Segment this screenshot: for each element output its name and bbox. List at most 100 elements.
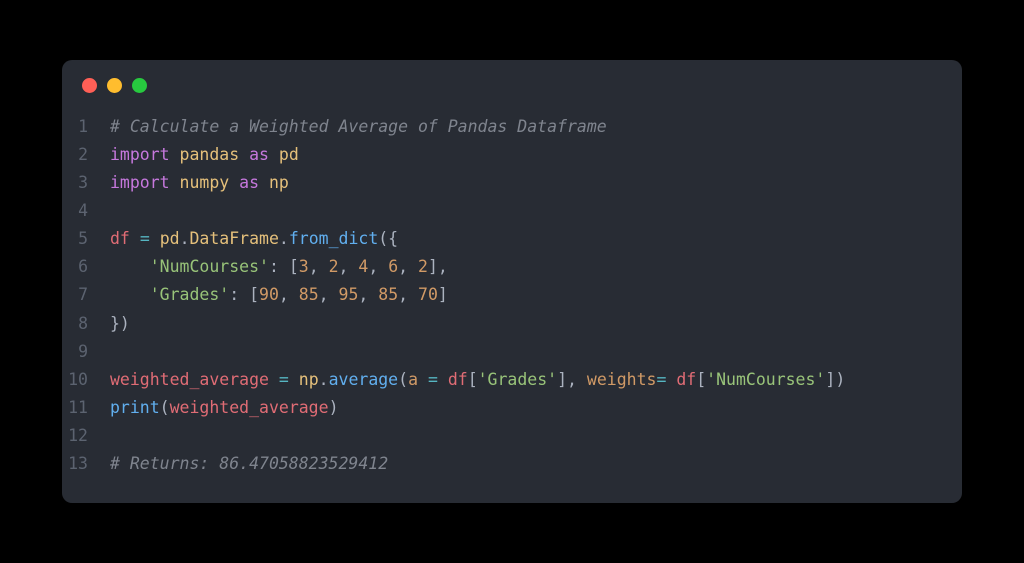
line-number: 13	[62, 450, 110, 478]
token-punc: : [	[269, 257, 299, 276]
token-number: 85	[378, 285, 398, 304]
line-number: 2	[62, 141, 110, 169]
token-paren: (	[398, 370, 408, 389]
token-number: 4	[358, 257, 368, 276]
token-punc	[110, 257, 150, 276]
token-punc	[418, 370, 428, 389]
token-punc	[438, 370, 448, 389]
token-number: 90	[259, 285, 279, 304]
token-punc	[269, 145, 279, 164]
line-number: 5	[62, 225, 110, 253]
token-paren: )	[329, 398, 339, 417]
token-variable: weighted_average	[110, 370, 269, 389]
window-header	[62, 60, 962, 103]
token-number: 70	[418, 285, 438, 304]
token-string: 'NumCourses'	[150, 257, 269, 276]
token-paren: (	[160, 398, 170, 417]
token-param: weights	[587, 370, 657, 389]
token-punc: ]	[825, 370, 835, 389]
code-line: 9	[62, 338, 962, 366]
code-line: 8})	[62, 310, 962, 338]
token-comment: # Calculate a Weighted Average of Pandas…	[110, 117, 607, 136]
token-keyword: import	[110, 173, 170, 192]
token-punc	[666, 370, 676, 389]
token-punc	[130, 229, 140, 248]
token-operator: =	[279, 370, 289, 389]
token-punc: ],	[557, 370, 587, 389]
token-operator: =	[656, 370, 666, 389]
token-punc	[239, 145, 249, 164]
line-code	[110, 338, 120, 366]
token-variable: df	[110, 229, 130, 248]
token-punc: [	[696, 370, 706, 389]
close-traffic-light[interactable]	[82, 78, 97, 93]
token-module: np	[269, 173, 289, 192]
token-punc: ,	[279, 285, 299, 304]
token-param: a	[408, 370, 418, 389]
maximize-traffic-light[interactable]	[132, 78, 147, 93]
code-line: 10weighted_average = np.average(a = df['…	[62, 366, 962, 394]
token-variable: df	[448, 370, 468, 389]
line-number: 6	[62, 253, 110, 281]
token-punc: ,	[339, 257, 359, 276]
token-punc	[229, 173, 239, 192]
code-line: 13# Returns: 86.47058823529412	[62, 450, 962, 478]
code-line: 1# Calculate a Weighted Average of Panda…	[62, 113, 962, 141]
code-content: 1# Calculate a Weighted Average of Panda…	[62, 103, 962, 503]
line-number: 10	[62, 366, 110, 394]
code-window: 1# Calculate a Weighted Average of Panda…	[62, 60, 962, 503]
line-code: print(weighted_average)	[110, 394, 339, 422]
token-punc	[259, 173, 269, 192]
token-punc: ,	[398, 285, 418, 304]
token-punc: ,	[309, 257, 329, 276]
token-variable: weighted_average	[170, 398, 329, 417]
code-line: 5df = pd.DataFrame.from_dict({	[62, 225, 962, 253]
token-operator: =	[140, 229, 150, 248]
line-number: 1	[62, 113, 110, 141]
token-number: 2	[418, 257, 428, 276]
token-paren: ({	[378, 229, 398, 248]
line-code: weighted_average = np.average(a = df['Gr…	[110, 366, 845, 394]
token-punc: ,	[398, 257, 418, 276]
token-punc	[110, 285, 150, 304]
token-punc	[269, 370, 279, 389]
token-paren: })	[110, 314, 130, 333]
minimize-traffic-light[interactable]	[107, 78, 122, 93]
line-code: })	[110, 310, 130, 338]
line-code: 'NumCourses': [3, 2, 4, 6, 2],	[110, 253, 448, 281]
line-number: 9	[62, 338, 110, 366]
code-line: 4	[62, 197, 962, 225]
token-number: 85	[299, 285, 319, 304]
token-number: 2	[329, 257, 339, 276]
token-function: average	[329, 370, 399, 389]
code-line: 2import pandas as pd	[62, 141, 962, 169]
token-punc	[150, 229, 160, 248]
token-number: 3	[299, 257, 309, 276]
token-string: 'NumCourses'	[706, 370, 825, 389]
token-module: numpy	[180, 173, 230, 192]
token-string: 'Grades'	[478, 370, 557, 389]
token-function: from_dict	[289, 229, 378, 248]
token-punc: ]	[438, 285, 448, 304]
token-punc: [	[468, 370, 478, 389]
line-code: import pandas as pd	[110, 141, 299, 169]
token-keyword: import	[110, 145, 170, 164]
token-module: pd	[279, 145, 299, 164]
token-punc	[170, 145, 180, 164]
code-line: 3import numpy as np	[62, 169, 962, 197]
line-code: # Returns: 86.47058823529412	[110, 450, 388, 478]
line-code: import numpy as np	[110, 169, 289, 197]
token-punc: .	[279, 229, 289, 248]
token-punc: ,	[368, 257, 388, 276]
line-code: df = pd.DataFrame.from_dict({	[110, 225, 398, 253]
token-number: 95	[339, 285, 359, 304]
token-string: 'Grades'	[150, 285, 229, 304]
token-punc	[289, 370, 299, 389]
code-line: 11print(weighted_average)	[62, 394, 962, 422]
line-number: 7	[62, 281, 110, 309]
token-comment: # Returns: 86.47058823529412	[110, 454, 388, 473]
code-line: 7 'Grades': [90, 85, 95, 85, 70]	[62, 281, 962, 309]
token-punc: .	[319, 370, 329, 389]
token-keyword: as	[239, 173, 259, 192]
token-variable: df	[676, 370, 696, 389]
